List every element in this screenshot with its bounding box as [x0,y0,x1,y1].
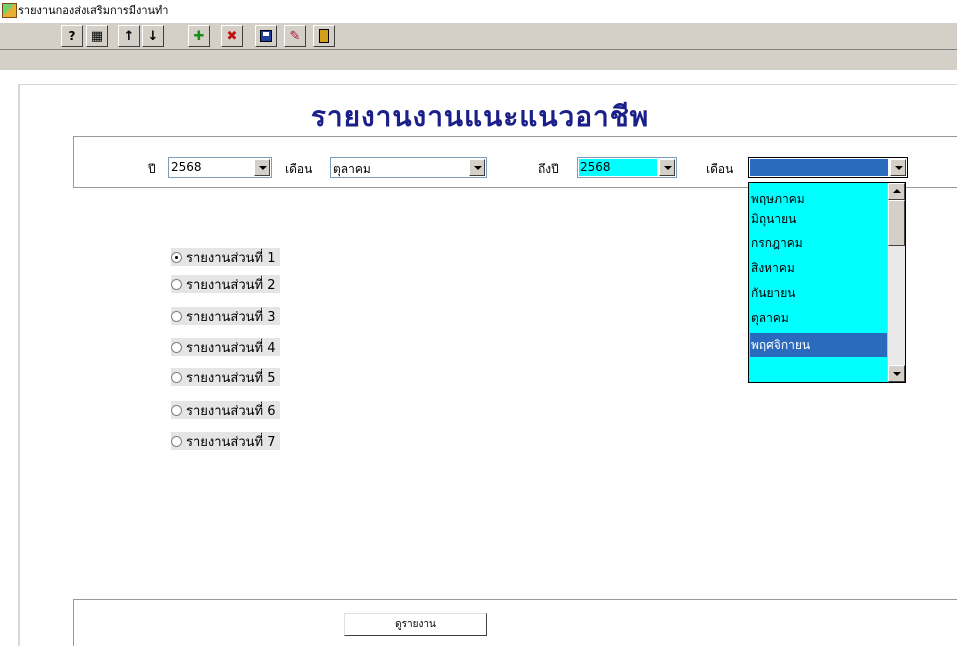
search-doc-icon: ? [68,29,76,43]
cancel-edit-button[interactable]: ✎ [284,25,306,47]
radio-icon[interactable] [171,278,182,290]
radio-icon[interactable] [171,371,182,383]
report-part-label: รายงานส่วนที่ 4 [186,340,276,356]
chevron-down-icon[interactable] [659,159,675,176]
to-year-select-value: 2568 [580,160,611,174]
grid-icon: ▦ [90,28,104,44]
delete-doc-icon: ✖ [226,28,238,44]
radio-icon[interactable] [171,435,182,447]
arrow-down-icon: ↓ [147,28,159,44]
month-option-selected[interactable]: พฤศจิกายน [750,333,888,357]
chevron-down-icon[interactable] [469,159,485,176]
exit-door-icon [319,29,329,43]
month-option[interactable] [750,358,888,378]
arrow-up-icon: ↑ [123,28,135,44]
month-option[interactable]: กรกฎาคม [750,233,888,253]
to-year-select[interactable]: 2568 [577,157,677,178]
list-view-button[interactable]: ▦ [86,25,108,47]
report-part-label: รายงานส่วนที่ 1 [186,250,276,266]
report-part-label: รายงานส่วนที่ 2 [186,277,276,293]
prev-record-button[interactable]: ↑ [118,25,140,47]
to-year-label: ถึงปี [538,162,559,176]
month-label: เดือน [285,162,313,176]
year-select[interactable]: 2568 [168,157,272,178]
form-border-top [18,84,957,85]
month-option[interactable]: ตุลาคม [750,308,888,328]
radio-icon[interactable] [171,341,182,353]
delete-record-button[interactable]: ✖ [221,25,243,47]
month-option[interactable]: มิถุนายน [750,209,888,229]
form-border-left [18,84,20,646]
year-label: ปี [148,162,156,176]
add-doc-icon: ✚ [193,28,205,44]
month-option[interactable]: พฤษภาคม [750,189,888,209]
next-record-button[interactable]: ↓ [142,25,164,47]
report-part-label: รายงานส่วนที่ 5 [186,370,276,386]
save-button[interactable] [255,25,277,47]
report-part-radio[interactable]: รายงานส่วนที่ 7 [171,432,280,450]
radio-selected-icon[interactable] [171,251,182,263]
report-part-radio[interactable]: รายงานส่วนที่ 4 [171,338,280,356]
view-report-button[interactable]: ดูรายงาน [344,613,487,636]
report-title: รายงานงานแนะแนวอาชีพ [310,100,650,133]
chevron-down-icon[interactable] [890,159,906,176]
report-part-label: รายงานส่วนที่ 3 [186,309,276,325]
report-part-radio[interactable]: รายงานส่วนที่ 3 [171,307,280,325]
report-part-radio[interactable]: รายงานส่วนที่ 5 [171,368,280,386]
to-month-label: เดือน [706,162,734,176]
radio-icon[interactable] [171,404,182,416]
to-month-focus [750,159,888,176]
month-select-value: ตุลาคม [333,162,371,176]
radio-icon[interactable] [171,310,182,322]
exit-button[interactable] [313,25,335,47]
chevron-down-icon[interactable] [254,159,270,176]
eraser-icon: ✎ [289,28,301,44]
dropdown-scrollbar[interactable] [887,183,905,382]
floppy-disk-icon [260,30,272,42]
month-select[interactable]: ตุลาคม [330,157,487,178]
find-record-button[interactable]: ? [61,25,83,47]
month-option[interactable]: สิงหาคม [750,258,888,278]
scrollbar-thumb[interactable] [888,200,905,246]
month-option[interactable]: กันยายน [750,283,888,303]
to-month-select[interactable] [748,157,908,178]
report-part-radio[interactable]: รายงานส่วนที่ 6 [171,401,280,419]
action-panel [73,599,957,646]
window-title: รายงานกองส่งเสริมการมีงานทำ [18,4,169,17]
month-dropdown-list[interactable]: พฤษภาคม มิถุนายน กรกฎาคม สิงหาคม กันยายน… [748,182,906,383]
scroll-up-icon[interactable] [888,183,905,200]
scroll-down-icon[interactable] [888,365,905,382]
report-part-radio[interactable]: รายงานส่วนที่ 2 [171,275,280,293]
report-part-radio[interactable]: รายงานส่วนที่ 1 [171,248,280,266]
report-part-label: รายงานส่วนที่ 6 [186,403,276,419]
add-record-button[interactable]: ✚ [188,25,210,47]
report-part-label: รายงานส่วนที่ 7 [186,434,276,450]
year-select-value: 2568 [171,160,202,174]
app-icon [2,3,17,18]
